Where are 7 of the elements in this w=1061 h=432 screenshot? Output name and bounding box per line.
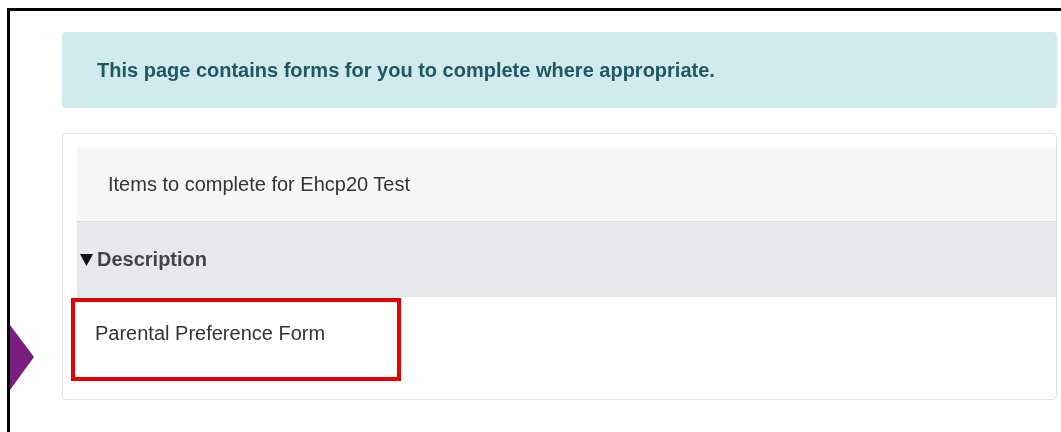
form-link[interactable]: Parental Preference Form	[95, 322, 326, 344]
panel-heading: Items to complete for Ehcp20 Test	[108, 172, 410, 196]
pointer-arrow-icon	[10, 325, 34, 390]
alert-text: This page contains forms for you to complete where appropriate.	[97, 58, 715, 82]
section-label: Description	[97, 247, 208, 271]
disclosure-triangle-icon[interactable]	[80, 252, 93, 266]
section-header[interactable]: Description	[77, 221, 1056, 297]
